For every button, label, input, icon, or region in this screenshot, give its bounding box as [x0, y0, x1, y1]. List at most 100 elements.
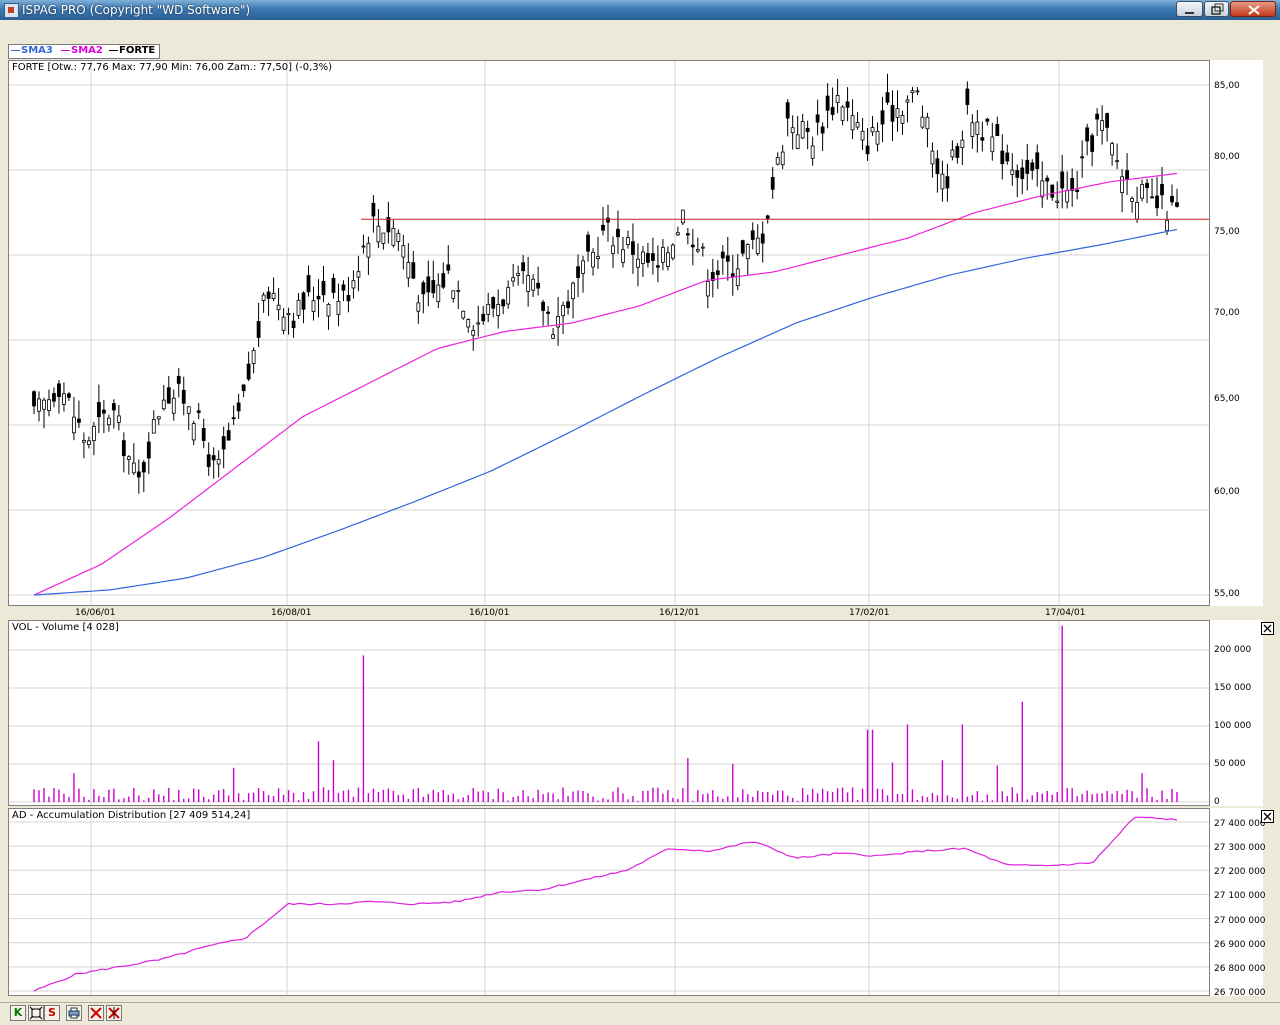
candle-body	[91, 425, 96, 441]
candle-body	[586, 234, 590, 252]
candle-body	[316, 295, 321, 300]
candle-body	[646, 252, 650, 263]
candle-body	[695, 249, 700, 252]
candle-body	[925, 116, 930, 130]
price-chart-panel[interactable]: FORTE [Otw.: 77,76 Max: 77,90 Min: 76,00…	[8, 60, 1210, 606]
candle-body	[1035, 152, 1040, 170]
candle-body	[740, 240, 745, 254]
candle-body	[910, 90, 915, 94]
candle-body	[486, 303, 491, 315]
candle-body	[1090, 135, 1095, 152]
candle-body	[745, 244, 750, 260]
candle-body	[47, 399, 51, 411]
candle-body	[116, 415, 121, 423]
candle-body	[980, 137, 985, 141]
ad-chart-panel[interactable]: AD - Accumulation Distribution [27 409 5…	[8, 808, 1210, 996]
ad-tick: 26 700 000	[1214, 988, 1266, 998]
candle-body	[935, 158, 940, 175]
candle-body	[815, 114, 820, 123]
candle-body	[246, 363, 251, 380]
candle-body	[715, 270, 720, 275]
candle-body	[141, 462, 146, 473]
candle-body	[491, 297, 496, 309]
zoom-fit-button[interactable]	[28, 1005, 44, 1021]
close-icon	[1263, 812, 1272, 821]
candle-body	[1100, 120, 1105, 131]
candle-body	[186, 406, 191, 414]
candle-body	[795, 134, 800, 149]
date-tick: 16/06/01	[75, 608, 116, 618]
legend-swatch-sma2	[61, 49, 70, 51]
candle-body	[1025, 159, 1030, 174]
print-button[interactable]	[66, 1005, 82, 1021]
candle-body	[301, 292, 306, 310]
candle-body	[57, 383, 61, 398]
sma2-line	[33, 172, 1178, 596]
legend-item-forte[interactable]: FORTE	[109, 45, 155, 56]
candle-body	[840, 106, 845, 121]
delete-all-button[interactable]	[106, 1005, 122, 1021]
candle-body	[1050, 184, 1055, 198]
candle-body	[82, 439, 86, 443]
candle-body	[1150, 196, 1154, 199]
restore-button[interactable]	[1204, 1, 1229, 17]
candle-body	[106, 417, 111, 426]
candle-body	[1080, 156, 1085, 159]
candle-body	[825, 95, 830, 111]
candle-body	[261, 294, 266, 301]
candle-body	[42, 399, 46, 410]
candle-body	[531, 278, 536, 291]
candle-body	[725, 255, 730, 262]
candle-body	[256, 321, 261, 338]
candle-body	[471, 330, 476, 336]
price-tick: 65,00	[1214, 394, 1240, 404]
candle-body	[166, 387, 171, 404]
legend-item-sma3[interactable]: SMA3	[11, 45, 53, 56]
candle-body	[62, 393, 66, 405]
candle-body	[87, 440, 91, 446]
candle-body	[1155, 195, 1159, 209]
candle-body	[760, 233, 765, 244]
close-ad-panel-button[interactable]	[1261, 810, 1274, 823]
candle-body	[581, 260, 585, 274]
close-icon	[1263, 624, 1272, 633]
candle-body	[1120, 176, 1124, 194]
minimize-button[interactable]	[1176, 1, 1203, 17]
candle-body	[181, 389, 186, 404]
candle-body	[685, 233, 690, 236]
s-button[interactable]: S	[44, 1005, 60, 1021]
ad-axis: 27 400 000 27 300 000 27 200 000 27 100 …	[1210, 808, 1266, 998]
candle-body	[1160, 184, 1164, 196]
candle-body	[1045, 177, 1050, 182]
candle-body	[855, 122, 860, 128]
price-chart	[9, 61, 1209, 605]
legend-item-sma2[interactable]: SMA2	[61, 45, 103, 56]
candle-body	[241, 384, 246, 392]
candle-body	[810, 145, 815, 159]
candle-body	[446, 264, 451, 271]
delete-button[interactable]	[88, 1005, 104, 1021]
candle-body	[850, 115, 855, 131]
candle-body	[1095, 113, 1100, 120]
k-button[interactable]: K	[10, 1005, 26, 1021]
candle-body	[551, 334, 555, 339]
candle-body	[67, 393, 71, 398]
close-window-button[interactable]	[1230, 1, 1276, 17]
candle-body	[675, 232, 680, 236]
candle-body	[406, 262, 411, 279]
volume-tick: 150 000	[1214, 683, 1252, 693]
close-volume-panel-button[interactable]	[1261, 622, 1274, 635]
candle-body	[206, 454, 211, 468]
candle-body	[705, 281, 710, 297]
ad-tick: 27 000 000	[1214, 916, 1266, 926]
candle-body	[146, 441, 151, 459]
date-tick: 17/04/01	[1045, 608, 1086, 618]
candle-body	[1020, 167, 1025, 180]
ad-tick: 27 300 000	[1214, 843, 1266, 853]
volume-chart-panel[interactable]: VOL - Volume [4 028]	[8, 620, 1210, 806]
price-tick: 60,00	[1214, 487, 1240, 497]
candle-body	[391, 227, 396, 246]
candle-body	[266, 291, 271, 299]
candle-body	[1115, 160, 1120, 163]
candle-body	[381, 232, 386, 244]
